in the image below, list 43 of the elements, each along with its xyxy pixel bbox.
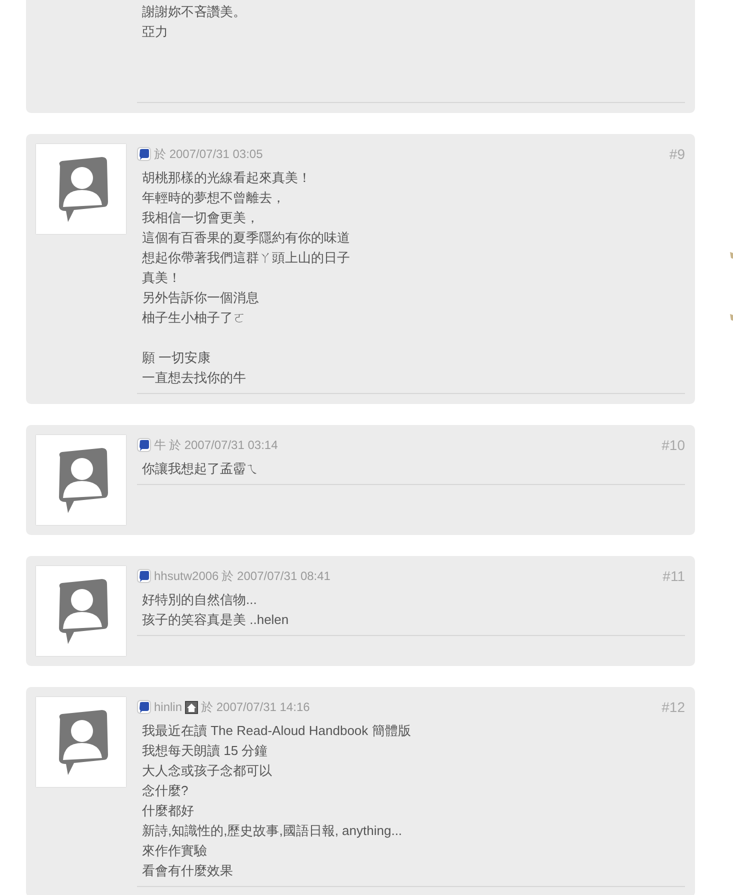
message-line: 你讓我想起了孟霤ㄟ bbox=[142, 460, 259, 478]
avatar-icon bbox=[36, 144, 126, 234]
message-line: 柚子生小柚子了ㄛ bbox=[142, 309, 246, 327]
post-number[interactable]: #10 bbox=[662, 437, 685, 453]
author-link[interactable]: 牛 bbox=[154, 436, 166, 454]
speech-bubble-icon bbox=[137, 147, 151, 161]
post-date: 於 2007/07/31 03:14 bbox=[169, 436, 278, 454]
post-date: 於 2007/07/31 14:16 bbox=[201, 698, 310, 716]
avatar-icon bbox=[36, 697, 126, 787]
message-line: 念什麼? bbox=[142, 782, 188, 800]
message-line: 願 一切安康 bbox=[142, 349, 211, 367]
message-line: 胡桃那樣的光線看起來真美！ bbox=[142, 169, 311, 187]
message-line: 真美！ bbox=[142, 269, 181, 287]
message-line: 這個有百香果的夏季隱約有你的味道 bbox=[142, 229, 350, 247]
message-line: 新詩,知識性的,歷史故事,國語日報, anything... bbox=[142, 822, 402, 840]
speech-bubble-icon bbox=[137, 569, 151, 583]
post-number[interactable]: #12 bbox=[662, 699, 685, 715]
message-line: 大人念或孩子念都可以 bbox=[142, 762, 272, 780]
message-line: 一直想去找你的牛 bbox=[142, 369, 246, 387]
message-line: 我相信一切會更美， bbox=[142, 209, 259, 227]
message-line: 另外告訴你一個消息 bbox=[142, 289, 259, 307]
message-line: 我最近在讀 The Read-Aloud Handbook 簡體版 bbox=[142, 722, 411, 740]
post-number[interactable]: #9 bbox=[669, 146, 685, 162]
message-line: 謝謝妳不吝讚美。 bbox=[142, 3, 246, 21]
message-line: 想起你帶著我們這群ㄚ頭上山的日子 bbox=[142, 249, 350, 267]
post-date: 於 2007/07/31 08:41 bbox=[222, 568, 330, 584]
message-line: 看會有什麼效果 bbox=[142, 862, 233, 880]
post-date: 於 2007/07/31 03:05 bbox=[154, 146, 263, 162]
author-link[interactable]: hinlin bbox=[154, 700, 182, 714]
message-line: 孩子的笑容真是美 ..helen bbox=[142, 611, 289, 629]
message-line: 年輕時的夢想不曾離去， bbox=[142, 189, 285, 207]
avatar-icon bbox=[36, 566, 126, 656]
post-number[interactable]: #11 bbox=[662, 568, 685, 584]
message-line: 我想每天朗讀 15 分鐘 bbox=[142, 742, 268, 760]
author-link[interactable]: hhsutw2006 bbox=[154, 569, 219, 583]
speech-bubble-icon bbox=[137, 700, 151, 714]
message-line: 亞力 bbox=[142, 23, 168, 41]
message-line: 來作作實驗 bbox=[142, 842, 207, 860]
message-line: 好特別的自然信物... bbox=[142, 591, 257, 609]
avatar-icon bbox=[36, 435, 126, 525]
speech-bubble-icon bbox=[137, 438, 151, 452]
home-icon[interactable] bbox=[185, 700, 198, 714]
message-line: 什麼都好 bbox=[142, 802, 194, 820]
